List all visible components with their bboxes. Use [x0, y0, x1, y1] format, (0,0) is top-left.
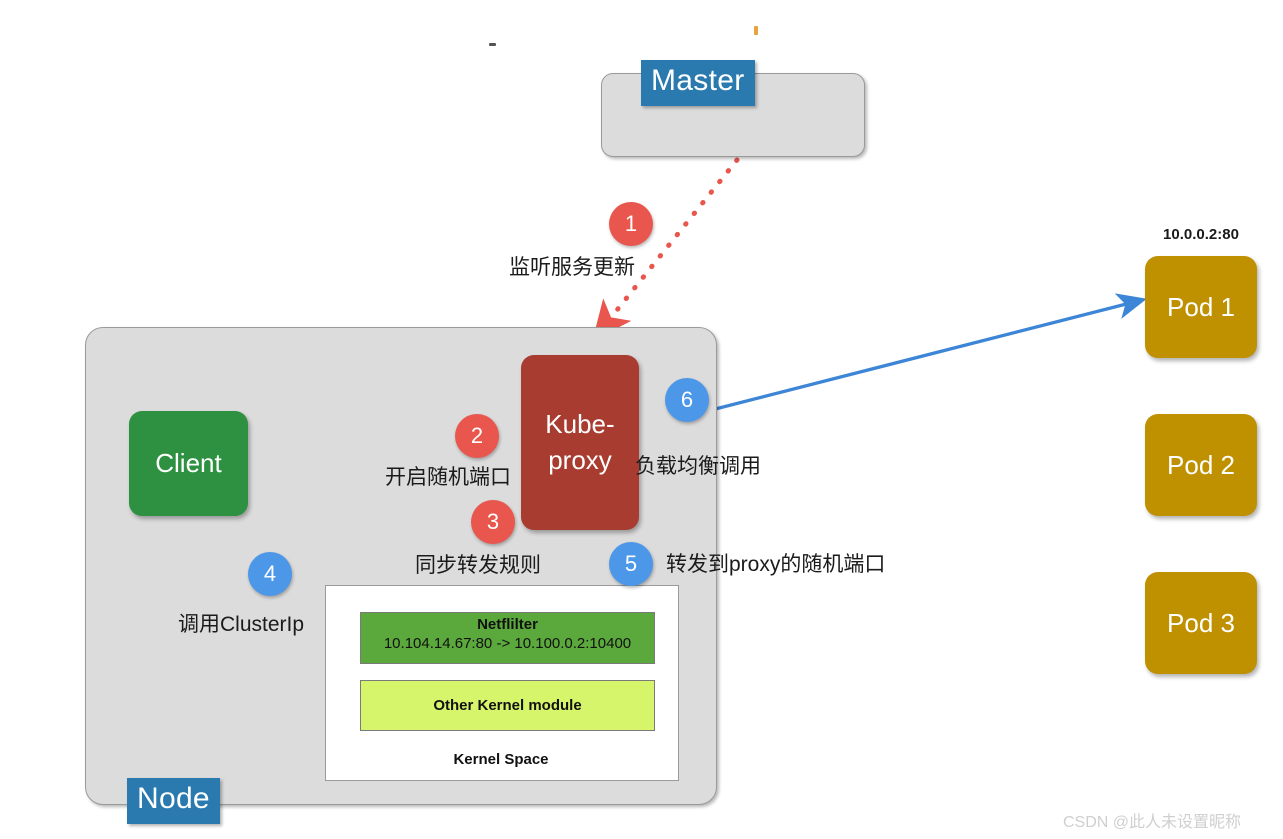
step-caption-5: 转发到proxy的随机端口 — [666, 553, 886, 576]
node-label: Node — [127, 778, 220, 824]
client-box: Client — [129, 411, 248, 516]
step-caption-6: 负载均衡调用 — [635, 455, 761, 478]
step-caption-1: 监听服务更新 — [509, 256, 635, 279]
pod1-ip-label: 10.0.0.2:80 — [1163, 226, 1239, 243]
master-label: Master — [641, 60, 755, 106]
step-badge-6: 6 — [665, 378, 709, 422]
kube-proxy-label-line2: proxy — [548, 444, 612, 475]
arrow-master-to-kubeproxy — [592, 157, 740, 341]
step-caption-2: 开启随机端口 — [385, 466, 511, 489]
step-badge-5: 5 — [609, 542, 653, 586]
netfilter-title: Netflilter — [477, 616, 538, 633]
artifact-speck-orange — [754, 26, 758, 35]
diagram-canvas: Master Node Client Kube- proxy Netflilte… — [0, 0, 1283, 839]
artifact-speck-dark — [489, 43, 496, 46]
step-badge-2: 2 — [455, 414, 499, 458]
step-badge-1: 1 — [609, 202, 653, 246]
step-caption-3: 同步转发规则 — [415, 554, 541, 577]
step-badge-3: 3 — [471, 500, 515, 544]
other-kernel-module-box: Other Kernel module — [360, 680, 655, 731]
kernel-space-label: Kernel Space — [453, 751, 549, 768]
netfilter-rule: 10.104.14.67:80 -> 10.100.0.2:10400 — [383, 634, 632, 652]
kube-proxy-box: Kube- proxy — [521, 355, 639, 530]
csdn-watermark: CSDN @此人未设置昵称 — [1063, 814, 1242, 831]
step-caption-4: 调用ClusterIp — [178, 613, 305, 636]
pod-1-box: Pod 1 — [1145, 256, 1257, 358]
netfilter-box: Netflilter 10.104.14.67:80 -> 10.100.0.2… — [360, 612, 655, 664]
pod-3-box: Pod 3 — [1145, 572, 1257, 674]
pod-2-box: Pod 2 — [1145, 414, 1257, 516]
step-badge-4: 4 — [248, 552, 292, 596]
kube-proxy-label-line1: Kube- — [545, 409, 615, 440]
